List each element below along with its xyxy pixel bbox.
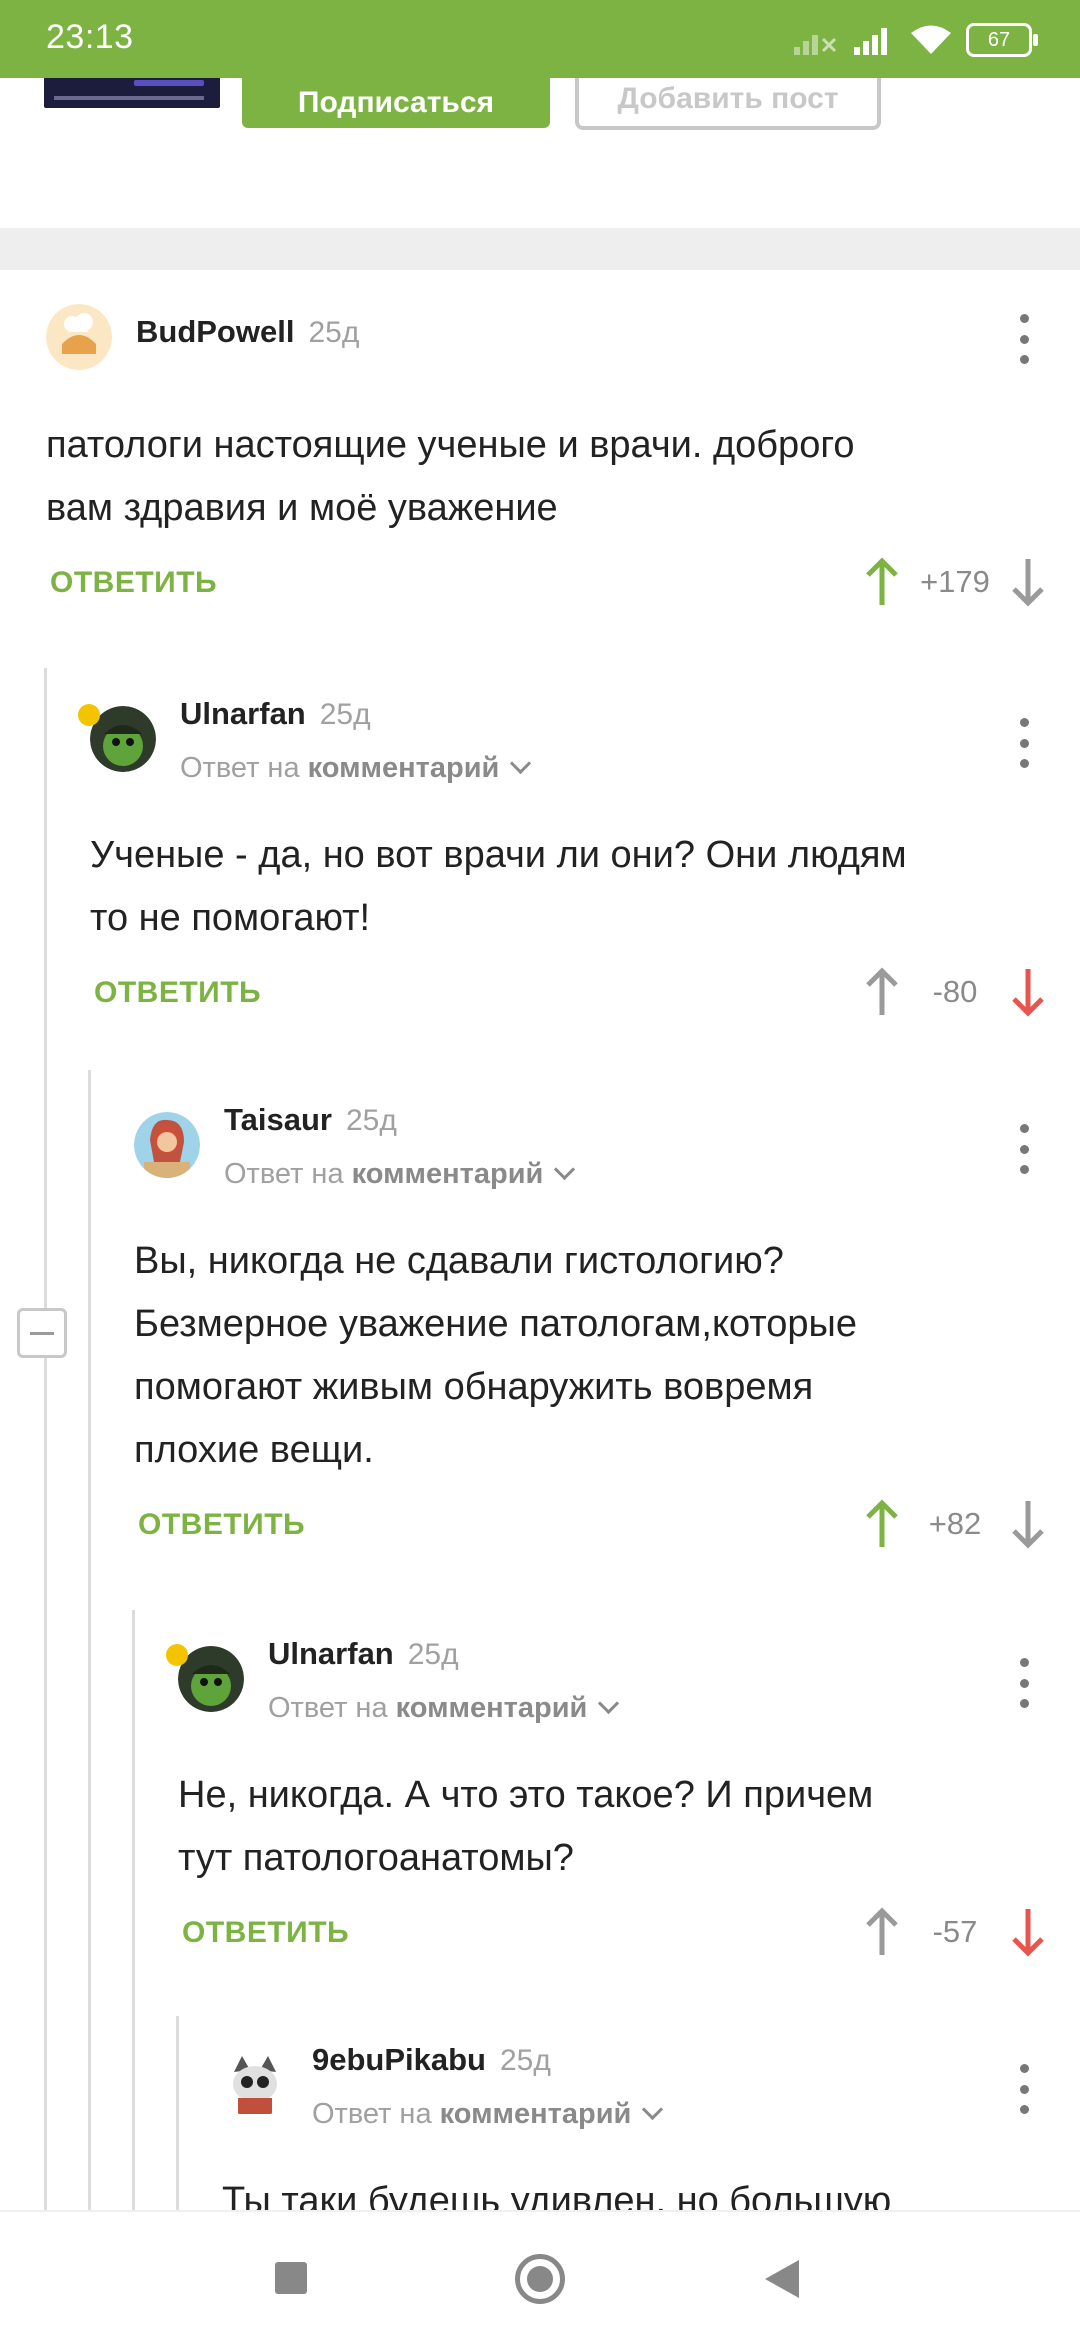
- status-bar: 23:13 67: [0, 0, 1080, 78]
- comment-text: патологи настоящие ученые и врачи. добро…: [46, 424, 855, 529]
- comment-text: Ты таки будешь удивлен, но большую: [222, 2180, 892, 2210]
- upvote-icon[interactable]: [860, 964, 904, 1020]
- comment-text: Не, никогда. А что это такое? И причем т…: [178, 1774, 874, 1879]
- comment-age: 25д: [407, 1638, 459, 1671]
- reply-button[interactable]: ОТВЕТИТЬ: [182, 1916, 349, 1950]
- thread-line: [176, 2016, 179, 2210]
- thread-line: [44, 668, 47, 2210]
- comment-author[interactable]: BudPowell 25д: [136, 314, 359, 350]
- reply-to-link[interactable]: Ответ на комментарий: [224, 1158, 576, 1191]
- chevron-down-icon[interactable]: [510, 752, 532, 775]
- system-nav-bar: [0, 2210, 1080, 2342]
- reply-button[interactable]: ОТВЕТИТЬ: [94, 976, 261, 1010]
- comment-text: Ученые - да, но вот врачи ли они? Они лю…: [90, 834, 907, 939]
- more-options-icon[interactable]: [1014, 1658, 1034, 1708]
- upvote-icon[interactable]: [860, 554, 904, 610]
- downvote-icon[interactable]: [1006, 554, 1050, 610]
- status-time: 23:13: [46, 18, 134, 56]
- thread-line: [132, 1610, 135, 2210]
- community-header: Подписаться Добавить пост: [0, 78, 1080, 228]
- reply-to-link[interactable]: Ответ на комментарий: [180, 752, 532, 785]
- comment-score: +179: [920, 564, 990, 599]
- comment-author[interactable]: Ulnarfan 25д: [180, 696, 371, 732]
- battery-level: 67: [987, 28, 1011, 51]
- battery-icon: 67: [966, 23, 1038, 57]
- reply-to-link[interactable]: Ответ на комментарий: [312, 2098, 664, 2131]
- upvote-icon[interactable]: [860, 1904, 904, 1960]
- comment-author[interactable]: Taisaur 25д: [224, 1102, 397, 1138]
- avatar[interactable]: [134, 1112, 200, 1178]
- comment-age: 25д: [308, 316, 360, 349]
- comment-age: 25д: [500, 2044, 551, 2077]
- back-icon[interactable]: [765, 2260, 799, 2298]
- recent-apps-icon[interactable]: [275, 2262, 307, 2294]
- collapse-thread-button[interactable]: [17, 1308, 67, 1358]
- reply-button[interactable]: ОТВЕТИТЬ: [50, 566, 217, 600]
- upvote-icon[interactable]: [860, 1496, 904, 1552]
- downvote-icon[interactable]: [1006, 1904, 1050, 1960]
- subscribe-button[interactable]: Подписаться: [242, 78, 550, 128]
- chevron-down-icon[interactable]: [554, 1158, 576, 1181]
- more-options-icon[interactable]: [1014, 1124, 1034, 1174]
- add-post-button[interactable]: Добавить пост: [575, 78, 881, 130]
- comment-text: Вы, никогда не сдавали гистологию? Безме…: [134, 1240, 857, 1471]
- signal-off-icon: [794, 35, 837, 55]
- thread-line: [88, 1070, 91, 2210]
- community-thumbnail[interactable]: [44, 78, 220, 108]
- more-options-icon[interactable]: [1014, 2064, 1034, 2114]
- vote-controls: -80: [860, 962, 1050, 1022]
- badge-icon: [166, 1644, 188, 1666]
- signal-icon: [854, 28, 887, 55]
- vote-controls: +179: [860, 552, 1050, 612]
- comment-age: 25д: [345, 1104, 397, 1137]
- more-options-icon[interactable]: [1014, 314, 1034, 364]
- downvote-icon[interactable]: [1006, 964, 1050, 1020]
- downvote-icon[interactable]: [1006, 1496, 1050, 1552]
- comment-age: 25д: [319, 698, 371, 731]
- reply-button[interactable]: ОТВЕТИТЬ: [138, 1508, 305, 1542]
- more-options-icon[interactable]: [1014, 718, 1034, 768]
- vote-controls: +82: [860, 1494, 1050, 1554]
- comment-author[interactable]: 9ebuPikabu 25д: [312, 2042, 551, 2078]
- chevron-down-icon[interactable]: [598, 1692, 620, 1715]
- comment-score: +82: [928, 1506, 982, 1541]
- avatar[interactable]: [222, 2052, 288, 2118]
- badge-icon: [78, 704, 100, 726]
- comment-score: -57: [932, 1914, 978, 1949]
- wifi-icon: [911, 25, 951, 54]
- comments-list: BudPowell 25д патологи настоящие ученые и…: [0, 270, 1080, 2210]
- avatar[interactable]: [46, 304, 112, 370]
- chevron-down-icon[interactable]: [642, 2098, 664, 2121]
- status-icons: 67: [792, 20, 1038, 60]
- comment-author[interactable]: Ulnarfan 25д: [268, 1636, 459, 1672]
- section-divider: [0, 228, 1080, 270]
- home-icon[interactable]: [515, 2254, 565, 2304]
- reply-to-link[interactable]: Ответ на комментарий: [268, 1692, 620, 1725]
- comment-score: -80: [932, 974, 978, 1009]
- vote-controls: -57: [860, 1902, 1050, 1962]
